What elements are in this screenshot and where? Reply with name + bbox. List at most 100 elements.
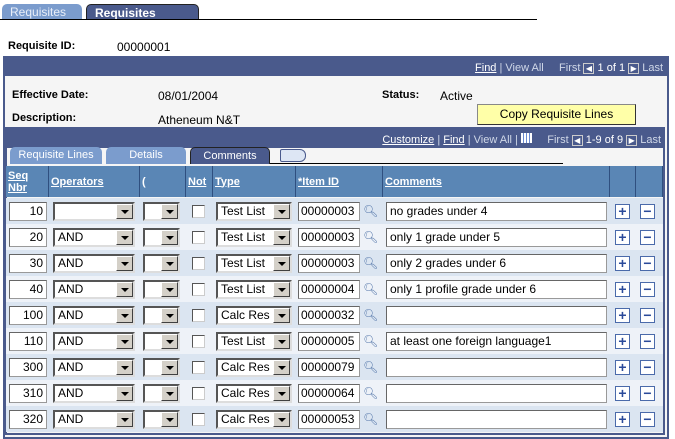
chevron-down-icon[interactable] <box>116 334 133 349</box>
chevron-down-icon[interactable] <box>116 230 133 245</box>
subtab-comments[interactable]: Comments <box>190 147 270 164</box>
grid-next-icon[interactable]: ▶ <box>626 135 638 146</box>
seq-nbr-input[interactable]: 320 <box>9 410 47 429</box>
chevron-down-icon[interactable] <box>161 204 178 219</box>
item-id-input[interactable]: 00000003 <box>298 228 360 247</box>
chevron-down-icon[interactable] <box>116 204 133 219</box>
show-all-columns-icon[interactable] <box>280 149 306 162</box>
operators-select[interactable]: AND <box>53 384 135 403</box>
operators-select[interactable]: AND <box>53 410 135 429</box>
download-grid-icon[interactable] <box>520 133 532 143</box>
paren-select[interactable] <box>143 384 180 403</box>
search-icon[interactable]: 🔍︎ <box>363 256 378 270</box>
paren-select[interactable] <box>143 358 180 377</box>
find-link[interactable]: Find <box>475 62 496 74</box>
chevron-down-icon[interactable] <box>161 256 178 271</box>
comments-input[interactable] <box>386 358 607 377</box>
not-checkbox[interactable] <box>192 283 205 296</box>
type-select[interactable]: Test List <box>216 332 292 351</box>
subtab-details[interactable]: Details <box>106 147 186 164</box>
item-id-input[interactable]: 00000064 <box>298 384 360 403</box>
add-row-button[interactable]: + <box>615 256 630 271</box>
add-row-button[interactable]: + <box>615 386 630 401</box>
comments-input[interactable] <box>386 306 607 325</box>
not-checkbox[interactable] <box>192 257 205 270</box>
chevron-down-icon[interactable] <box>273 308 290 323</box>
grid-prev-icon[interactable]: ◀ <box>571 135 583 146</box>
search-icon[interactable]: 🔍︎ <box>363 308 378 322</box>
search-icon[interactable]: 🔍︎ <box>363 282 378 296</box>
comments-input[interactable]: at least one foreign language1 <box>386 332 607 351</box>
copy-requisite-lines-button[interactable]: Copy Requisite Lines <box>477 104 636 125</box>
type-select[interactable]: Test List <box>216 228 292 247</box>
col-type[interactable]: Type <box>213 166 296 197</box>
chevron-down-icon[interactable] <box>273 282 290 297</box>
chevron-down-icon[interactable] <box>273 230 290 245</box>
paren-select[interactable] <box>143 228 180 247</box>
not-checkbox[interactable] <box>192 309 205 322</box>
seq-nbr-input[interactable]: 300 <box>9 358 47 377</box>
col-item-id[interactable]: *Item ID <box>296 166 383 197</box>
seq-nbr-input[interactable]: 110 <box>9 332 47 351</box>
chevron-down-icon[interactable] <box>273 386 290 401</box>
delete-row-button[interactable]: − <box>640 308 655 323</box>
chevron-down-icon[interactable] <box>116 360 133 375</box>
not-checkbox[interactable] <box>192 231 205 244</box>
chevron-down-icon[interactable] <box>273 204 290 219</box>
not-checkbox[interactable] <box>192 205 205 218</box>
add-row-button[interactable]: + <box>615 282 630 297</box>
not-checkbox[interactable] <box>192 361 205 374</box>
comments-input[interactable]: only 1 profile grade under 6 <box>386 280 607 299</box>
delete-row-button[interactable]: − <box>640 334 655 349</box>
comments-input[interactable] <box>386 410 607 429</box>
type-select[interactable]: Test List <box>216 202 292 221</box>
chevron-down-icon[interactable] <box>161 230 178 245</box>
item-id-input[interactable]: 00000053 <box>298 410 360 429</box>
paren-select[interactable] <box>143 306 180 325</box>
delete-row-button[interactable]: − <box>640 204 655 219</box>
customize-link[interactable]: Customize <box>382 134 434 146</box>
chevron-down-icon[interactable] <box>116 386 133 401</box>
chevron-down-icon[interactable] <box>161 412 178 427</box>
seq-nbr-input[interactable]: 100 <box>9 306 47 325</box>
next-icon[interactable]: ▶ <box>628 63 640 74</box>
type-select[interactable]: Test List <box>216 254 292 273</box>
paren-select[interactable] <box>143 280 180 299</box>
item-id-input[interactable]: 00000003 <box>298 254 360 273</box>
chevron-down-icon[interactable] <box>273 334 290 349</box>
grid-find-link[interactable]: Find <box>443 134 464 146</box>
col-paren[interactable]: ( <box>140 166 186 197</box>
search-icon[interactable]: 🔍︎ <box>363 386 378 400</box>
chevron-down-icon[interactable] <box>161 334 178 349</box>
chevron-down-icon[interactable] <box>273 256 290 271</box>
search-icon[interactable]: 🔍︎ <box>363 230 378 244</box>
col-comments[interactable]: Comments <box>383 166 610 197</box>
chevron-down-icon[interactable] <box>116 282 133 297</box>
not-checkbox[interactable] <box>192 387 205 400</box>
delete-row-button[interactable]: − <box>640 256 655 271</box>
operators-select[interactable]: AND <box>53 254 135 273</box>
subtab-requisite-lines[interactable]: Requisite Lines <box>10 147 102 164</box>
delete-row-button[interactable]: − <box>640 412 655 427</box>
tab-requisites[interactable]: Requisites <box>2 4 82 20</box>
add-row-button[interactable]: + <box>615 360 630 375</box>
search-icon[interactable]: 🔍︎ <box>363 204 378 218</box>
operators-select[interactable]: AND <box>53 306 135 325</box>
chevron-down-icon[interactable] <box>116 256 133 271</box>
add-row-button[interactable]: + <box>615 230 630 245</box>
comments-input[interactable]: only 2 grades under 6 <box>386 254 607 273</box>
delete-row-button[interactable]: − <box>640 386 655 401</box>
delete-row-button[interactable]: − <box>640 282 655 297</box>
operators-select[interactable]: AND <box>53 332 135 351</box>
prev-icon[interactable]: ◀ <box>583 63 595 74</box>
paren-select[interactable] <box>143 410 180 429</box>
chevron-down-icon[interactable] <box>161 308 178 323</box>
comments-input[interactable]: only 1 grade under 5 <box>386 228 607 247</box>
seq-nbr-input[interactable]: 30 <box>9 254 47 273</box>
operators-select[interactable]: AND <box>53 228 135 247</box>
seq-nbr-input[interactable]: 20 <box>9 228 47 247</box>
not-checkbox[interactable] <box>192 413 205 426</box>
col-seq-nbr[interactable]: Seq Nbr <box>6 166 49 197</box>
chevron-down-icon[interactable] <box>116 412 133 427</box>
chevron-down-icon[interactable] <box>273 412 290 427</box>
